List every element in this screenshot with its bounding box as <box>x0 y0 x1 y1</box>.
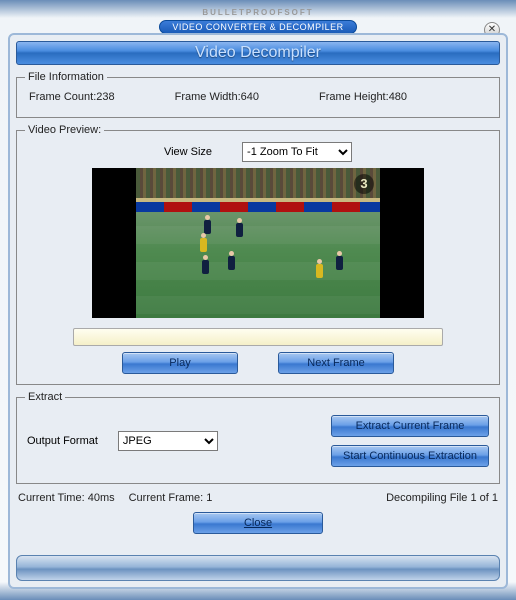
output-format-label: Output Format <box>27 435 98 447</box>
current-time: Current Time: 40ms <box>18 492 115 504</box>
close-button[interactable]: Close <box>193 512 323 534</box>
app-window: BULLETPROOFSOFT VIDEO CONVERTER & DECOMP… <box>0 0 516 600</box>
brand-bar: BULLETPROOFSOFT VIDEO CONVERTER & DECOMP… <box>8 8 508 35</box>
view-size-select[interactable]: -1 Zoom To Fit <box>242 142 352 162</box>
video-preview-group: Video Preview: View Size -1 Zoom To Fit … <box>16 124 500 385</box>
video-preview-legend: Video Preview: <box>25 124 104 136</box>
brand-product: VIDEO CONVERTER & DECOMPILER <box>159 20 356 34</box>
view-size-label: View Size <box>164 146 212 158</box>
decompiling-status: Decompiling File 1 of 1 <box>386 492 498 504</box>
next-frame-button[interactable]: Next Frame <box>278 352 394 374</box>
panel-title: Video Decompiler <box>16 41 500 65</box>
frame-count: Frame Count:238 <box>29 91 115 103</box>
play-button[interactable]: Play <box>122 352 238 374</box>
channel-logo-icon: 3 <box>354 174 374 194</box>
brand-company: BULLETPROOFSOFT <box>8 8 508 17</box>
frame-height: Frame Height:480 <box>319 91 407 103</box>
frame-width: Frame Width:640 <box>175 91 259 103</box>
file-info-legend: File Information <box>25 71 107 83</box>
status-row: Current Time: 40ms Current Frame: 1 Deco… <box>16 490 500 506</box>
extract-current-frame-button[interactable]: Extract Current Frame <box>331 415 489 437</box>
playback-progress[interactable] <box>73 328 443 346</box>
main-panel: Video Decompiler File Information Frame … <box>8 33 508 589</box>
output-format-select[interactable]: JPEG <box>118 431 218 451</box>
current-frame: Current Frame: 1 <box>129 492 213 504</box>
start-continuous-extraction-button[interactable]: Start Continuous Extraction <box>331 445 489 467</box>
bottom-bevel <box>16 555 500 581</box>
video-preview: 3 <box>92 168 424 318</box>
file-info-group: File Information Frame Count:238 Frame W… <box>16 71 500 118</box>
extract-legend: Extract <box>25 391 65 403</box>
extract-group: Extract Output Format JPEG Extract Curre… <box>16 391 500 484</box>
